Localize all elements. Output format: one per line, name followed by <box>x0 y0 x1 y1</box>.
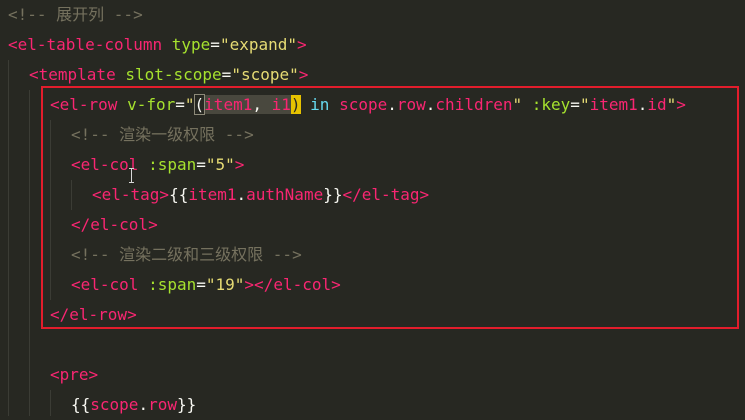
code-token: v-for <box>127 95 176 114</box>
code-token: > <box>297 35 307 54</box>
code-token: {{ <box>71 395 91 414</box>
code-token: </el-row> <box>50 305 137 324</box>
code-token: = <box>196 275 206 294</box>
code-line[interactable]: <el-row v-for="(item1, i1) in scope.row.… <box>50 90 686 120</box>
code-line[interactable]: <el-col :span="5"> <box>71 150 244 180</box>
code-token: {{ <box>169 185 189 204</box>
code-token: , <box>252 95 272 114</box>
code-token: . <box>387 95 397 114</box>
code-token: <el-table-column <box>8 35 163 54</box>
indent-guide <box>71 180 72 210</box>
text-cursor-icon <box>129 168 135 183</box>
code-token: authName <box>246 185 324 204</box>
code-token: . <box>236 185 247 204</box>
code-token: ) <box>290 95 301 114</box>
code-token: }} <box>323 185 343 204</box>
code-line[interactable]: <el-table-column type="expand"> <box>8 30 307 60</box>
code-token: " <box>512 95 523 114</box>
code-token: scope <box>339 95 388 114</box>
code-token: <el-col <box>71 275 139 294</box>
code-token: > <box>234 155 245 174</box>
code-token: <!-- 渲染二级和三级权限 --> <box>71 245 302 264</box>
indent-guide <box>50 390 51 416</box>
code-token: " <box>184 95 195 114</box>
code-line[interactable]: <!-- 渲染二级和三级权限 --> <box>71 240 302 270</box>
code-token: }} <box>176 395 197 414</box>
code-line[interactable]: <!-- 渲染一级权限 --> <box>71 120 254 150</box>
code-token: row <box>396 95 426 114</box>
code-token: "5" <box>205 155 235 174</box>
code-token: ></el-col> <box>244 275 341 294</box>
code-token: ( <box>193 94 206 115</box>
code-token: type <box>171 35 211 54</box>
code-token: > <box>676 95 686 114</box>
code-token: <pre> <box>50 365 99 384</box>
indent-guide <box>29 90 30 416</box>
code-token: = <box>210 35 220 54</box>
code-line[interactable]: <template slot-scope="scope"> <box>29 60 308 90</box>
code-line[interactable]: <pre> <box>50 360 98 390</box>
code-editor[interactable]: <!-- 展开列 --> <el-table-column type="expa… <box>0 0 745 416</box>
code-token: = <box>570 95 580 114</box>
code-line[interactable]: <el-col :span="19"></el-col> <box>71 270 341 300</box>
code-token: item1 <box>204 95 253 114</box>
code-token: . <box>425 95 436 114</box>
indent-guide <box>50 120 51 300</box>
code-token: " <box>666 95 677 114</box>
code-token: slot-scope <box>125 65 222 84</box>
code-token: "expand" <box>219 35 297 54</box>
code-token: = <box>175 95 185 114</box>
code-token: item1 <box>188 185 237 204</box>
code-token: "19" <box>205 275 245 294</box>
code-token: . <box>637 95 648 114</box>
code-token: = <box>196 155 206 174</box>
code-token: > <box>298 65 309 84</box>
code-token: <template <box>29 65 116 84</box>
code-token: </el-tag> <box>342 185 430 204</box>
code-line[interactable]: <el-tag>{{item1.authName}}</el-tag> <box>92 180 429 210</box>
code-token: :span <box>148 155 197 174</box>
code-token: row <box>148 395 177 414</box>
code-token: " <box>579 95 590 114</box>
code-token: :span <box>148 275 197 294</box>
code-line[interactable]: </el-row> <box>50 300 137 330</box>
code-token: id <box>647 95 667 114</box>
indent-guide <box>8 60 9 416</box>
code-token: :key <box>531 95 571 114</box>
code-token: <!-- 渲染一级权限 --> <box>71 125 254 144</box>
code-line[interactable]: <!-- 展开列 --> <box>8 0 143 30</box>
code-token: scope <box>90 395 139 414</box>
code-token: = <box>221 65 232 84</box>
code-token: i1 <box>271 95 291 114</box>
code-token: <el-row <box>50 95 118 114</box>
code-token: children <box>435 95 513 114</box>
code-token: </el-col> <box>71 215 158 234</box>
code-token: . <box>138 395 149 414</box>
code-line[interactable]: </el-col> <box>71 210 158 240</box>
code-token: "scope" <box>231 65 299 84</box>
code-token: <el-tag> <box>92 185 170 204</box>
code-token: <!-- 展开列 --> <box>8 5 143 24</box>
code-token: item1 <box>589 95 638 114</box>
code-token: in <box>310 95 330 114</box>
